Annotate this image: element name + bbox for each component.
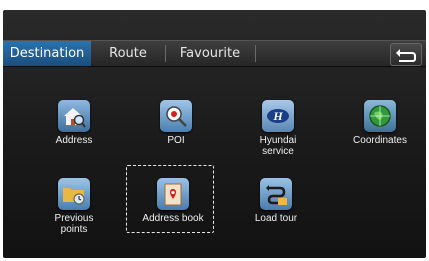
address-label: Address (55, 135, 93, 146)
folder-history-icon (58, 178, 90, 210)
tab-bar: Destination Route Favourite (3, 40, 426, 67)
load-tour-label: Load tour (254, 213, 298, 224)
photo-frame: Destination Route Favourite Address POI … (0, 0, 429, 261)
load-tour-button[interactable]: Load tour (239, 178, 313, 224)
hyundai-service-label: Hyundai service (259, 135, 297, 157)
previous-points-button[interactable]: Previous points (37, 178, 111, 235)
coordinates-label: Coordinates (353, 135, 407, 146)
tab-destination[interactable]: Destination (3, 41, 91, 66)
address-book-icon (157, 178, 189, 210)
address-book-button[interactable]: Address book (135, 178, 211, 224)
svg-text:H: H (272, 109, 283, 123)
address-button[interactable]: Address (37, 100, 111, 146)
tab-route[interactable]: Route (95, 41, 161, 66)
poi-label: POI (167, 135, 185, 146)
house-search-icon (58, 100, 90, 132)
back-arrow-icon (396, 49, 416, 62)
navigation-screen: Destination Route Favourite Address POI … (3, 10, 426, 258)
back-button[interactable] (390, 43, 422, 66)
tab-favourite[interactable]: Favourite (169, 41, 251, 66)
hyundai-service-button[interactable]: H Hyundai service (241, 100, 315, 157)
globe-compass-icon (364, 100, 396, 132)
tab-divider (255, 45, 256, 62)
tab-divider (165, 45, 166, 62)
hyundai-logo-icon: H (262, 100, 294, 132)
address-book-label: Address book (142, 213, 204, 224)
coordinates-button[interactable]: Coordinates (343, 100, 417, 146)
map-pin-search-icon (160, 100, 192, 132)
previous-points-label: Previous points (54, 213, 94, 235)
route-folder-icon (260, 178, 292, 210)
poi-button[interactable]: POI (139, 100, 213, 146)
